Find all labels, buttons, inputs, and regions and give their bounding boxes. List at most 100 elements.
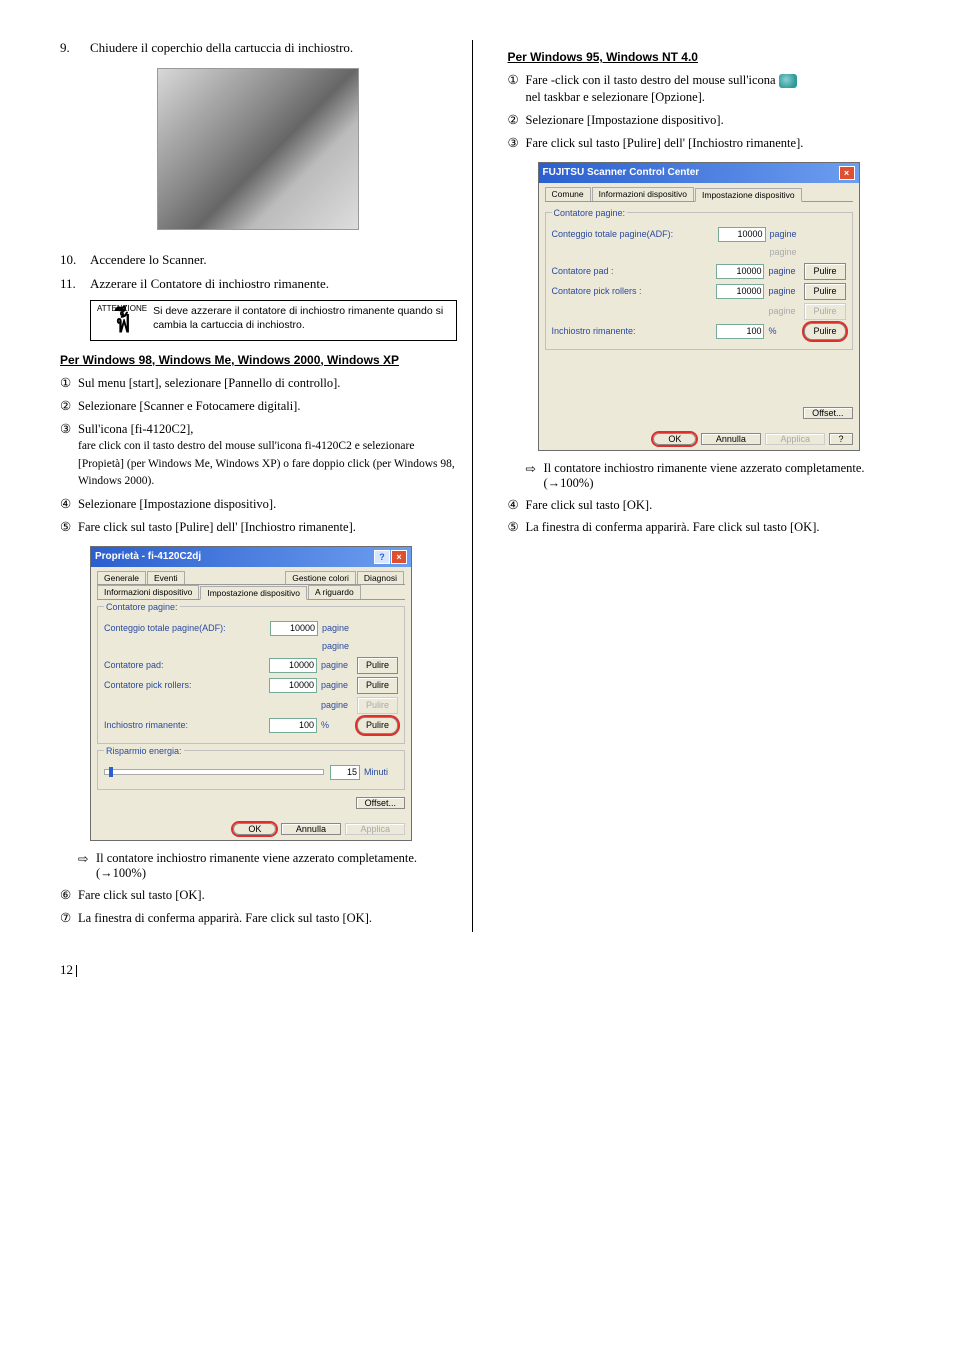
tab-diagnosi[interactable]: Diagnosi — [357, 571, 404, 584]
page-number: 12 — [60, 962, 73, 977]
btn-pulire-pick[interactable]: Pulire — [357, 677, 398, 694]
step-number-9: 9. — [60, 40, 90, 56]
val-total-adf: 10000 — [270, 621, 318, 636]
result-text: Il contatore inchiostro rimanente viene … — [96, 851, 457, 881]
result-arrow: ⇨ — [78, 851, 96, 881]
dialog2-title: FUJITSU Scanner Control Center — [543, 167, 700, 178]
tab-info-disp[interactable]: Informazioni dispositivo — [97, 585, 199, 599]
lbl2-pick: Contatore pick rollers : — [552, 286, 717, 296]
section-head-win95: Per Windows 95, Windows NT 4.0 — [508, 50, 905, 64]
circled-6: ⑥ — [60, 887, 78, 904]
lbl-ink: Inchiostro rimanente: — [104, 720, 269, 730]
btn2-pulire-pick[interactable]: Pulire — [804, 283, 845, 300]
r-result-text: Il contatore inchiostro rimanente viene … — [544, 461, 905, 491]
energy-slider[interactable] — [104, 769, 324, 775]
close-button[interactable]: × — [391, 550, 407, 564]
step-text-9: Chiudere il coperchio della cartuccia di… — [90, 40, 457, 56]
val2-pad: 10000 — [716, 264, 764, 279]
lbl2-ink: Inchiostro rimanente: — [552, 326, 717, 336]
tab2-impostazione[interactable]: Impostazione dispositivo — [695, 188, 802, 202]
btn2-applica: Applica — [765, 433, 825, 445]
attention-box: ATTENZIONE ฟ้ึ Si deve azzerare il conta… — [90, 300, 457, 341]
step-xp-1: Sul menu [start], selezionare [Pannello … — [78, 375, 457, 392]
unit-pagine: pagine — [322, 623, 356, 633]
step-text-11: Azzerare il Contatore di inchiostro rima… — [90, 276, 457, 292]
r-step-4: Fare click sul tasto [OK]. — [526, 497, 905, 514]
btn2-pulire-ink[interactable]: Pulire — [804, 323, 845, 340]
properties-dialog: Proprietà - fi-4120C2dj ?× Generale Even… — [90, 546, 412, 841]
step-number-11: 11. — [60, 276, 90, 292]
section-head-winxp: Per Windows 98, Windows Me, Windows 2000… — [60, 353, 457, 367]
val-pick: 10000 — [269, 678, 317, 693]
step-number-10: 10. — [60, 252, 90, 268]
btn-pulire-ink[interactable]: Pulire — [357, 717, 398, 734]
close-button-2[interactable]: × — [839, 166, 855, 180]
tab-eventi[interactable]: Eventi — [147, 571, 185, 584]
step-xp-6: Fare click sul tasto [OK]. — [78, 887, 457, 904]
btn-pulire-pad[interactable]: Pulire — [357, 657, 398, 674]
tab-generale[interactable]: Generale — [97, 571, 146, 584]
r-step-5: La finestra di conferma apparirà. Fare c… — [526, 519, 905, 536]
btn-ok[interactable]: OK — [233, 823, 276, 835]
btn2-offset[interactable]: Offset... — [803, 407, 852, 419]
val-ink: 100 — [269, 718, 317, 733]
r-result-arrow: ⇨ — [526, 461, 544, 491]
circled-5: ⑤ — [60, 519, 78, 536]
r-circled-4: ④ — [508, 497, 526, 514]
val-pad: 10000 — [269, 658, 317, 673]
btn2-pulire-pad[interactable]: Pulire — [804, 263, 845, 280]
step-text-10: Accendere lo Scanner. — [90, 252, 457, 268]
btn2-ok[interactable]: OK — [653, 433, 696, 445]
tab2-comune[interactable]: Comune — [545, 187, 591, 201]
tab-a-riguardo[interactable]: A riguardo — [308, 585, 361, 599]
lbl2-pad: Contatore pad : — [552, 266, 717, 276]
step-xp-3b: fare click con il tasto destro del mouse… — [78, 440, 455, 487]
group2-contatore: Contatore pagine: — [552, 208, 628, 218]
unit-pagine-blank: pagine — [322, 641, 356, 651]
tab-impostazione[interactable]: Impostazione dispositivo — [200, 586, 307, 600]
circled-1: ① — [60, 375, 78, 392]
lbl2-total: Conteggio totale pagine(ADF): — [552, 229, 718, 239]
r-circled-3: ③ — [508, 135, 526, 152]
r-step-2: Selezionare [Impostazione dispositivo]. — [526, 112, 905, 129]
group-risparmio: Risparmio energia: — [104, 746, 184, 756]
scanner-photo — [157, 68, 359, 230]
step-xp-7: La finestra di conferma apparirà. Fare c… — [78, 910, 457, 927]
tab2-info[interactable]: Informazioni dispositivo — [592, 187, 694, 201]
tab-gestione-colori[interactable]: Gestione colori — [285, 571, 356, 584]
step-xp-3a: Sull'icona [fi-4120C2], — [78, 422, 193, 436]
scanner-tray-icon — [779, 74, 797, 88]
val2-ink: 100 — [716, 324, 764, 339]
step-xp-4: Selezionare [Impostazione dispositivo]. — [78, 496, 457, 513]
lbl-total-adf: Conteggio totale pagine(ADF): — [104, 623, 270, 633]
btn-pulire-disabled: Pulire — [357, 697, 398, 714]
step-xp-5: Fare click sul tasto [Pulire] dell' [Inc… — [78, 519, 457, 536]
r-circled-1: ① — [508, 72, 526, 106]
dialog-title: Proprietà - fi-4120C2dj — [95, 551, 201, 562]
attention-icon: ATTENZIONE ฟ้ึ — [97, 305, 147, 336]
group-contatore-pagine: Contatore pagine: — [104, 602, 180, 612]
btn-applica: Applica — [345, 823, 405, 835]
help-button[interactable]: ? — [374, 550, 390, 564]
btn-annulla[interactable]: Annulla — [281, 823, 341, 835]
circled-7: ⑦ — [60, 910, 78, 927]
r-step-1a: Fare -click con il tasto destro del mous… — [526, 73, 776, 87]
btn2-help[interactable]: ? — [829, 433, 852, 445]
control-center-dialog: FUJITSU Scanner Control Center × Comune … — [538, 162, 860, 451]
lbl-pad: Contatore pad: — [104, 660, 269, 670]
btn2-pulire-disabled: Pulire — [804, 303, 845, 320]
r-step-1b: nel taskbar e selezionare [Opzione]. — [526, 90, 705, 104]
r-circled-2: ② — [508, 112, 526, 129]
step-xp-2: Selezionare [Scanner e Fotocamere digita… — [78, 398, 457, 415]
val2-total: 10000 — [718, 227, 766, 242]
lbl-pick: Contatore pick rollers: — [104, 680, 269, 690]
btn-offset[interactable]: Offset... — [356, 797, 405, 809]
r-circled-5: ⑤ — [508, 519, 526, 536]
attention-text: Si deve azzerare il contatore di inchios… — [153, 305, 449, 336]
val-minuti: 15 — [330, 765, 360, 780]
circled-4: ④ — [60, 496, 78, 513]
val2-pick: 10000 — [716, 284, 764, 299]
circled-3: ③ — [60, 421, 78, 490]
circled-2: ② — [60, 398, 78, 415]
btn2-annulla[interactable]: Annulla — [701, 433, 761, 445]
